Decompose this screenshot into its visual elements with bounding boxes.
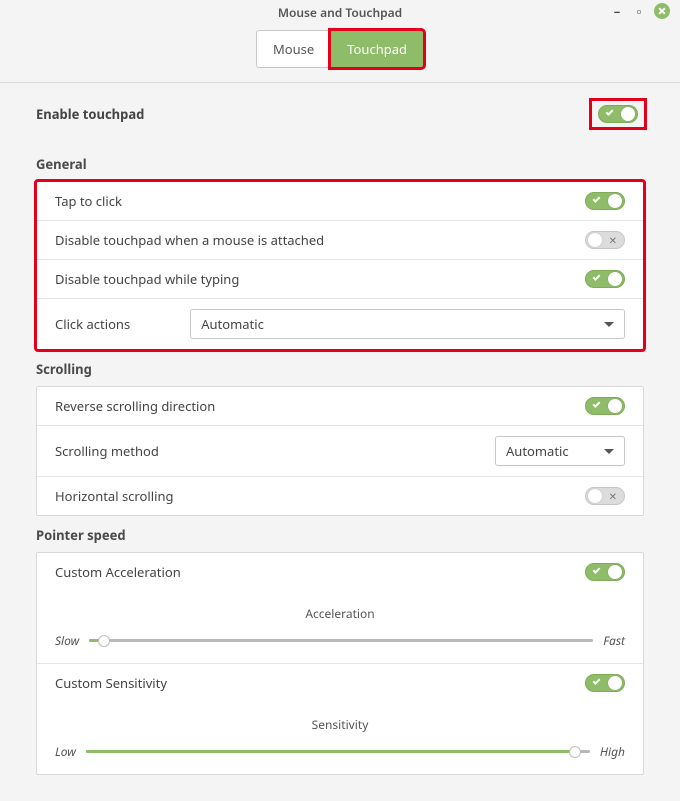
switch-knob (621, 107, 635, 121)
disable-when-mouse-label: Disable touchpad when a mouse is attache… (55, 231, 324, 249)
switch-knob (588, 489, 602, 503)
reverse-scrolling-switch[interactable] (585, 397, 625, 415)
accel-slider-title: Acceleration (55, 597, 625, 632)
minimize-icon[interactable]: – (610, 4, 624, 18)
row-disable-when-mouse: Disable touchpad when a mouse is attache… (37, 221, 643, 260)
check-icon (593, 677, 601, 685)
switch-knob (608, 676, 622, 690)
row-scrolling-method: Scrolling method Automatic (37, 426, 643, 477)
check-icon (593, 195, 601, 203)
row-custom-accel: Custom Acceleration (37, 553, 643, 591)
scrolling-method-combo[interactable]: Automatic (495, 436, 625, 466)
section-pointer-speed: Pointer speed Custom Acceleration Accele… (36, 526, 644, 775)
check-icon (606, 108, 614, 116)
sens-slider-knob[interactable] (569, 746, 581, 758)
custom-accel-label: Custom Acceleration (55, 563, 181, 581)
sens-low-label: Low (55, 743, 76, 760)
switch-knob (608, 194, 622, 208)
chevron-down-icon (604, 449, 614, 454)
custom-sens-switch[interactable] (585, 674, 625, 692)
row-tap-to-click: Tap to click (37, 182, 643, 221)
custom-accel-switch[interactable] (585, 563, 625, 581)
sens-slider[interactable] (86, 750, 590, 753)
disable-while-typing-label: Disable touchpad while typing (55, 270, 239, 288)
titlebar: Mouse and Touchpad – ▫ (0, 0, 680, 24)
section-pointer-title: Pointer speed (36, 526, 644, 552)
sens-slider-row: Low High (55, 743, 625, 760)
accel-slider[interactable] (89, 639, 593, 642)
sens-high-label: High (600, 743, 625, 760)
window-title: Mouse and Touchpad (278, 4, 402, 21)
enable-touchpad-switch[interactable] (598, 105, 638, 123)
accel-slider-row: Slow Fast (55, 632, 625, 649)
disable-while-typing-switch[interactable] (585, 270, 625, 288)
click-actions-label: Click actions (55, 315, 130, 333)
tab-group: Mouse Touchpad (256, 30, 424, 68)
chevron-down-icon (604, 322, 614, 327)
check-icon (593, 566, 601, 574)
enable-touchpad-label: Enable touchpad (36, 105, 144, 123)
section-general-title: General (36, 155, 644, 181)
switch-knob (608, 272, 622, 286)
check-icon (593, 400, 601, 408)
click-actions-value: Automatic (201, 315, 264, 333)
accel-high-label: Fast (603, 632, 625, 649)
page-body: Enable touchpad General Tap to click (0, 83, 680, 801)
row-disable-while-typing: Disable touchpad while typing (37, 260, 643, 299)
highlight-enable-toggle (592, 101, 644, 127)
tab-row: Mouse Touchpad (0, 24, 680, 83)
tab-touchpad[interactable]: Touchpad (330, 30, 424, 68)
row-click-actions: Click actions Automatic (37, 299, 643, 349)
accel-slider-knob[interactable] (98, 635, 110, 647)
scrolling-method-value: Automatic (506, 442, 569, 460)
cross-icon: ✕ (609, 235, 617, 245)
card-general: Tap to click Disable touchpad when a mou… (36, 181, 644, 350)
switch-knob (608, 399, 622, 413)
click-actions-combo[interactable]: Automatic (190, 309, 625, 339)
tap-to-click-label: Tap to click (55, 192, 122, 210)
settings-window: Mouse and Touchpad – ▫ Mouse Touchpad En… (0, 0, 680, 801)
cross-icon: ✕ (609, 491, 617, 501)
horizontal-scrolling-switch[interactable]: ✕ (585, 487, 625, 505)
row-custom-sens: Custom Sensitivity (37, 664, 643, 702)
window-controls: – ▫ (610, 3, 670, 19)
card-scrolling: Reverse scrolling direction Scrolling me… (36, 386, 644, 516)
check-icon (593, 273, 601, 281)
custom-sens-label: Custom Sensitivity (55, 674, 167, 692)
section-scrolling-title: Scrolling (36, 360, 644, 386)
reverse-scrolling-label: Reverse scrolling direction (55, 397, 215, 415)
disable-when-mouse-switch[interactable]: ✕ (585, 231, 625, 249)
switch-knob (588, 233, 602, 247)
accel-slider-block: Acceleration Slow Fast (37, 591, 643, 664)
card-pointer: Custom Acceleration Acceleration Slow (36, 552, 644, 775)
close-icon[interactable] (654, 3, 670, 19)
section-scrolling: Scrolling Reverse scrolling direction Sc… (36, 360, 644, 516)
row-horizontal-scrolling: Horizontal scrolling ✕ (37, 477, 643, 515)
switch-knob (608, 565, 622, 579)
enable-touchpad-row: Enable touchpad (36, 101, 644, 145)
horizontal-scrolling-label: Horizontal scrolling (55, 487, 173, 505)
row-reverse-scrolling: Reverse scrolling direction (37, 387, 643, 426)
tap-to-click-switch[interactable] (585, 192, 625, 210)
maximize-icon[interactable]: ▫ (632, 4, 646, 18)
section-general: General Tap to click Disable touchpad wh… (36, 155, 644, 350)
sens-slider-fill (86, 750, 575, 753)
sens-slider-title: Sensitivity (55, 708, 625, 743)
accel-low-label: Slow (55, 632, 79, 649)
scrolling-method-label: Scrolling method (55, 442, 159, 460)
tab-mouse[interactable]: Mouse (256, 30, 330, 68)
sens-slider-block: Sensitivity Low High (37, 702, 643, 774)
